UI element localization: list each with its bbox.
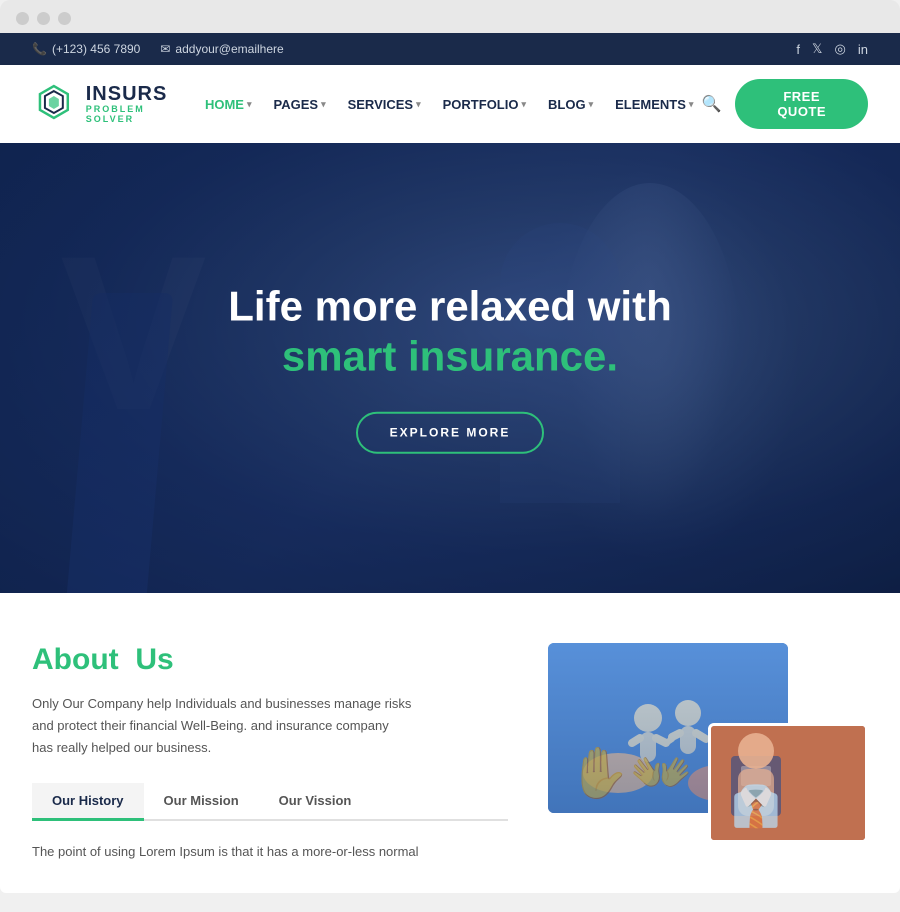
logo-tagline: PROBLEM SOLVER	[86, 105, 197, 125]
traffic-light-red	[16, 12, 29, 25]
nav-blog-label: BLOG	[548, 97, 586, 112]
site-wrapper: 📞 (+123) 456 7890 ✉ addyour@emailhere f …	[0, 33, 900, 893]
search-icon[interactable]: 🔍	[701, 94, 721, 114]
phone-info: 📞 (+123) 456 7890	[32, 42, 140, 56]
nav-item-portfolio[interactable]: PORTFOLIO ▾	[435, 91, 534, 118]
about-title-green: Us	[135, 643, 173, 676]
nav-links: HOME ▾ PAGES ▾ SERVICES ▾ PORTFOLIO ▾ BL…	[197, 91, 701, 118]
instagram-icon[interactable]: ◎	[835, 41, 846, 57]
phone-icon: 📞	[32, 42, 47, 56]
about-title: About Us	[32, 643, 508, 677]
email-info: ✉ addyour@emailhere	[160, 42, 283, 56]
about-title-black: About	[32, 643, 119, 676]
logo-text: INSURS PROBLEM SOLVER	[86, 83, 197, 125]
tab-our-history[interactable]: Our History	[32, 783, 144, 821]
chevron-down-icon: ▾	[416, 99, 421, 110]
tab-our-mission[interactable]: Our Mission	[144, 783, 259, 821]
explore-more-button[interactable]: EXPLORE MORE	[356, 411, 545, 453]
email-icon: ✉	[160, 42, 170, 56]
traffic-light-yellow	[37, 12, 50, 25]
top-bar: 📞 (+123) 456 7890 ✉ addyour@emailhere f …	[0, 33, 900, 65]
twitter-icon[interactable]: 𝕏	[812, 41, 822, 57]
hero-content: Life more relaxed with smart insurance. …	[0, 283, 900, 454]
hero-title-line2: smart insurance.	[60, 333, 840, 381]
chevron-down-icon: ▾	[521, 99, 526, 110]
phone-number: (+123) 456 7890	[52, 42, 140, 56]
chevron-down-icon: ▾	[589, 99, 594, 110]
logo[interactable]: INSURS PROBLEM SOLVER	[32, 82, 197, 126]
linkedin-icon[interactable]: in	[858, 42, 868, 57]
free-quote-button[interactable]: FREE QUOTE	[735, 79, 868, 129]
nav-pages-label: PAGES	[274, 97, 319, 112]
hero-title-line1: Life more relaxed with	[60, 283, 840, 331]
window-chrome	[0, 0, 900, 33]
logo-name: INSURS	[86, 83, 197, 105]
about-description: Only Our Company help Individuals and bu…	[32, 693, 412, 759]
chevron-down-icon: ▾	[689, 99, 694, 110]
about-image-stack	[548, 643, 868, 843]
about-image-secondary	[708, 723, 868, 843]
chevron-down-icon: ▾	[247, 99, 252, 110]
nav-portfolio-label: PORTFOLIO	[443, 97, 519, 112]
nav-actions: 🔍 FREE QUOTE	[701, 79, 868, 129]
nav-item-blog[interactable]: BLOG ▾	[540, 91, 601, 118]
nav-item-elements[interactable]: ELEMENTS ▾	[607, 91, 701, 118]
top-bar-social: f 𝕏 ◎ in	[796, 41, 868, 57]
nav-item-pages[interactable]: PAGES ▾	[266, 91, 334, 118]
about-right-column	[548, 643, 868, 843]
facebook-icon[interactable]: f	[796, 42, 800, 57]
about-left-column: About Us Only Our Company help Individua…	[32, 643, 508, 863]
nav-item-home[interactable]: HOME ▾	[197, 91, 260, 118]
about-section: About Us Only Our Company help Individua…	[0, 593, 900, 893]
nav-elements-label: ELEMENTS	[615, 97, 686, 112]
nav-home-label: HOME	[205, 97, 244, 112]
nav-services-label: SERVICES	[348, 97, 414, 112]
nav-item-services[interactable]: SERVICES ▾	[340, 91, 429, 118]
chevron-down-icon: ▾	[321, 99, 326, 110]
about-tabs: Our History Our Mission Our Vission	[32, 783, 508, 821]
about-tab-content: The point of using Lorem Ipsum is that i…	[32, 841, 508, 863]
traffic-light-green	[58, 12, 71, 25]
main-nav: INSURS PROBLEM SOLVER HOME ▾ PAGES ▾ SER…	[0, 65, 900, 143]
about-image-secondary-svg	[711, 726, 868, 843]
top-bar-left: 📞 (+123) 456 7890 ✉ addyour@emailhere	[32, 42, 284, 56]
email-address: addyour@emailhere	[175, 42, 283, 56]
hero-section: V Life more relaxed with smart insurance…	[0, 143, 900, 593]
logo-icon	[32, 82, 76, 126]
tab-our-vision[interactable]: Our Vission	[259, 783, 372, 821]
